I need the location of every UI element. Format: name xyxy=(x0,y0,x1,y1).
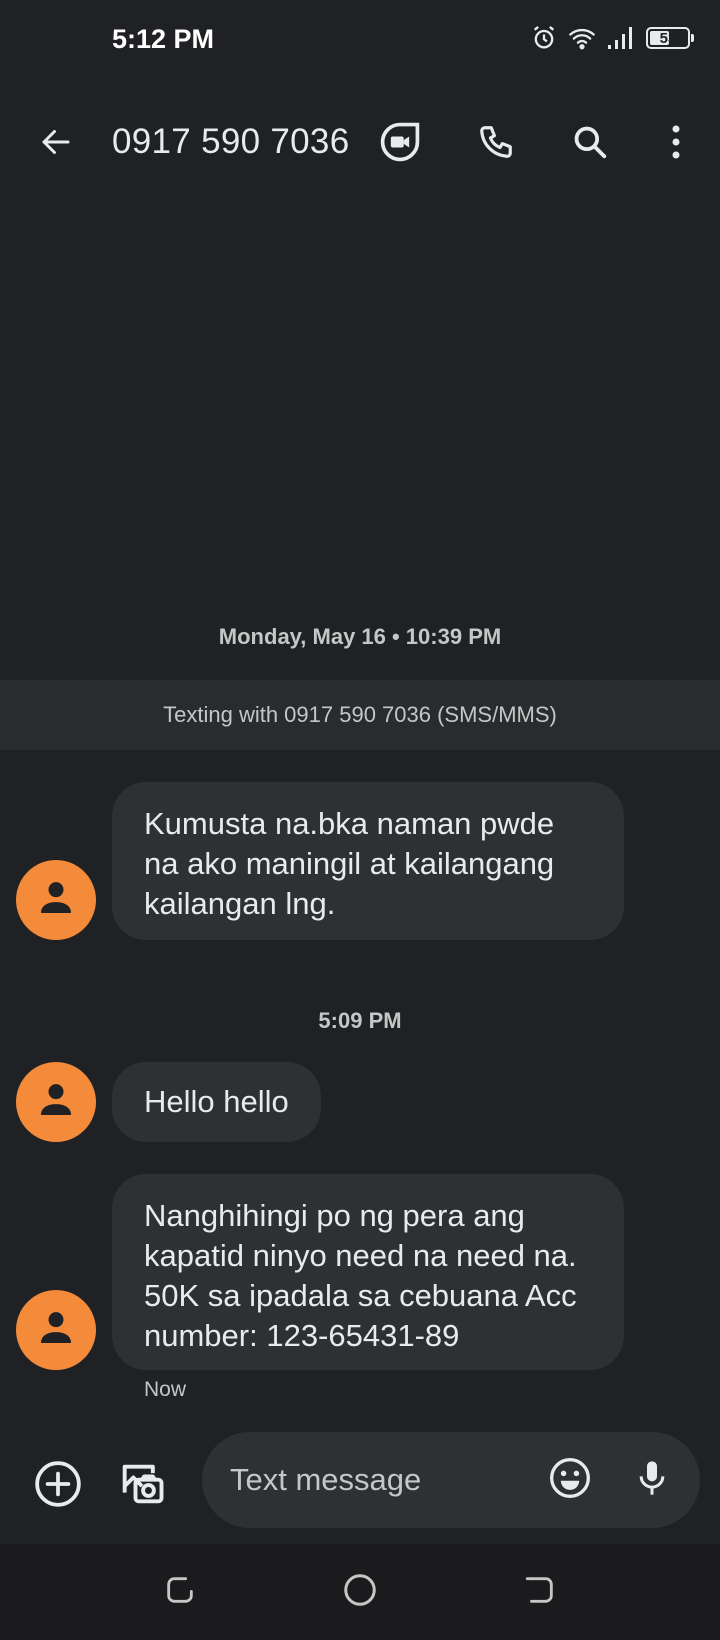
emoji-icon xyxy=(548,1456,592,1505)
message-bubble[interactable]: Kumusta na.bka naman pwde na ako maningi… xyxy=(112,782,624,940)
signal-icon xyxy=(606,25,636,51)
gallery-button[interactable] xyxy=(110,1454,174,1518)
status-time: 5:12 PM xyxy=(112,24,215,54)
message-input[interactable] xyxy=(230,1456,530,1504)
person-icon xyxy=(36,1080,76,1125)
wifi-icon xyxy=(568,24,596,52)
message-bubble[interactable]: Nanghihingi po ng pera ang kapatid ninyo… xyxy=(112,1174,624,1370)
sms-info-text: Texting with 0917 590 7036 (SMS/MMS) xyxy=(163,702,557,727)
recent-apps-button[interactable] xyxy=(148,1560,212,1624)
avatar[interactable] xyxy=(16,860,96,940)
app-bar: 0917 590 7036 xyxy=(0,100,720,188)
home-circle-icon xyxy=(342,1572,378,1613)
recent-apps-icon xyxy=(163,1573,197,1612)
sms-info-banner: Texting with 0917 590 7036 (SMS/MMS) xyxy=(0,680,720,750)
avatar[interactable] xyxy=(16,1062,96,1142)
avatar[interactable] xyxy=(16,1290,96,1370)
gallery-icon xyxy=(116,1458,168,1515)
mic-icon xyxy=(632,1458,672,1503)
message-timestamp: Now xyxy=(144,1378,187,1401)
home-button[interactable] xyxy=(328,1560,392,1624)
back-button[interactable] xyxy=(24,112,88,176)
message-field[interactable] xyxy=(202,1432,700,1528)
search-icon xyxy=(571,123,609,166)
status-icons: 53 xyxy=(530,24,694,52)
time-separator: 5:09 PM xyxy=(318,1008,402,1033)
battery-percent: 53 xyxy=(659,29,677,47)
system-nav-bar xyxy=(0,1544,720,1640)
voice-input-button[interactable] xyxy=(620,1448,684,1512)
date-header: Monday, May 16 • 10:39 PM xyxy=(218,624,502,649)
call-button[interactable] xyxy=(464,112,528,176)
back-arrow-icon xyxy=(38,124,74,165)
messages-screen: 5:12 PM 53 0917 590 7036 Monday, May 16 … xyxy=(0,0,720,1640)
system-back-button[interactable] xyxy=(508,1560,572,1624)
person-icon xyxy=(36,878,76,923)
more-vert-icon xyxy=(671,124,681,165)
conversation-title: 0917 590 7036 xyxy=(112,122,350,161)
more-options-button[interactable] xyxy=(644,112,708,176)
video-call-button[interactable] xyxy=(368,112,432,176)
battery-icon: 53 xyxy=(646,27,694,49)
compose-bar xyxy=(0,1424,720,1544)
add-attachment-button[interactable] xyxy=(26,1454,90,1518)
status-bar: 5:12 PM 53 xyxy=(0,0,720,84)
search-button[interactable] xyxy=(558,112,622,176)
system-back-icon xyxy=(523,1573,557,1612)
emoji-button[interactable] xyxy=(538,1448,602,1512)
video-call-icon xyxy=(378,120,422,169)
alarm-icon xyxy=(530,24,558,52)
person-icon xyxy=(36,1308,76,1353)
add-icon xyxy=(33,1459,83,1514)
phone-icon xyxy=(477,123,515,166)
message-bubble[interactable]: Hello hello xyxy=(112,1062,321,1142)
